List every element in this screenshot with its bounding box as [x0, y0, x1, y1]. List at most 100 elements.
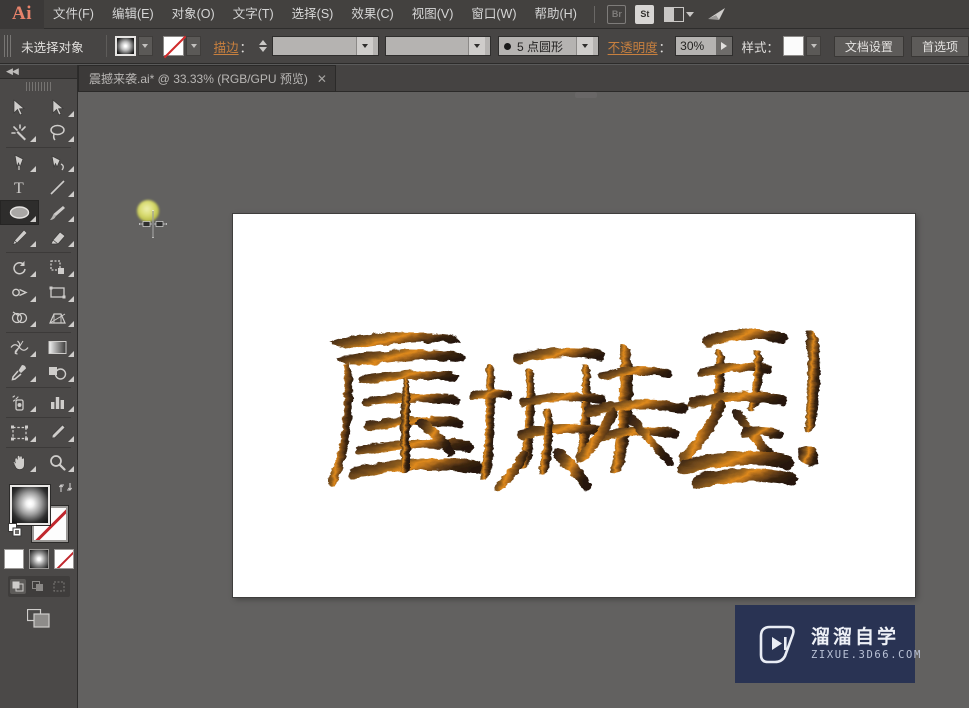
stock-icon[interactable]: St	[631, 0, 659, 29]
stroke-swatch[interactable]	[163, 36, 185, 56]
type-tool[interactable]: T	[0, 175, 39, 200]
play-button-logo-icon	[755, 622, 799, 666]
rotate-tool[interactable]	[0, 255, 39, 280]
document-setup-button[interactable]: 文档设置	[833, 35, 904, 57]
scale-tool[interactable]	[39, 255, 78, 280]
preferences-button[interactable]: 首选项	[910, 35, 969, 57]
menu-object[interactable]: 对象(O)	[163, 0, 224, 29]
fill-dropdown-button[interactable]	[137, 36, 153, 56]
tools-panel-grip[interactable]	[25, 82, 52, 91]
symbol-sprayer-tool[interactable]	[0, 390, 39, 415]
column-graph-tool[interactable]	[39, 390, 78, 415]
menu-edit[interactable]: 编辑(E)	[103, 0, 163, 29]
control-bar-grip[interactable]	[4, 35, 12, 57]
artwork-svg	[328, 328, 820, 490]
gradient-button[interactable]	[29, 549, 49, 569]
paintbrush-tool[interactable]	[39, 200, 78, 225]
bridge-icon[interactable]: Br	[603, 0, 631, 29]
graphic-style-control[interactable]	[783, 36, 822, 56]
menu-file[interactable]: 文件(F)	[44, 0, 103, 29]
color-button[interactable]	[4, 549, 24, 569]
selection-status: 未选择对象	[21, 40, 84, 55]
menu-select[interactable]: 选择(S)	[283, 0, 343, 29]
workspace-switcher-icon[interactable]	[699, 0, 735, 29]
stroke-color-control[interactable]	[163, 36, 202, 56]
arrange-documents-icon[interactable]	[659, 0, 699, 29]
fill-swatch[interactable]	[10, 485, 50, 525]
artboard[interactable]	[233, 214, 915, 597]
selection-tool[interactable]	[0, 95, 39, 120]
close-icon[interactable]: ✕	[317, 73, 327, 85]
mesh-tool[interactable]	[0, 335, 39, 360]
hand-tool[interactable]	[0, 450, 39, 475]
opacity-flyout-button[interactable]	[715, 37, 732, 55]
tools-panel: ◀◀ T	[0, 65, 78, 708]
blend-tool[interactable]	[39, 360, 78, 385]
opacity-label[interactable]: 不透明度	[608, 37, 658, 56]
opacity-input[interactable]: 30%	[675, 36, 733, 56]
document-tab[interactable]: 震撼来袭.ai* @ 33.33% (RGB/GPU 预览) ✕	[78, 65, 336, 91]
none-button[interactable]	[54, 549, 74, 569]
menu-effect[interactable]: 效果(C)	[342, 0, 402, 29]
brush-definition-value: 5 点圆形	[516, 39, 563, 54]
swap-fill-stroke-icon[interactable]	[58, 481, 73, 497]
line-segment-tool[interactable]	[39, 175, 78, 200]
brush-definition-select[interactable]: 5 点圆形	[497, 36, 599, 56]
draw-inside-mode-icon[interactable]	[51, 579, 67, 594]
crosshair-cursor	[139, 210, 167, 238]
menu-window[interactable]: 窗口(W)	[462, 0, 525, 29]
stroke-profile-select[interactable]	[384, 36, 491, 56]
gradient-tool[interactable]	[39, 335, 78, 360]
stroke-dropdown-button[interactable]	[186, 36, 202, 56]
magic-wand-tool[interactable]	[0, 120, 39, 145]
draw-behind-mode-icon[interactable]	[30, 579, 46, 594]
graphic-style-dropdown[interactable]	[806, 36, 822, 56]
zoom-tool[interactable]	[39, 450, 78, 475]
eraser-tool[interactable]	[39, 225, 78, 250]
watermark-text: 溜溜自学 ZIXUE.3D66.COM	[811, 628, 922, 661]
stroke-profile-dropdown[interactable]	[467, 37, 485, 55]
scroll-indicator[interactable]	[575, 92, 597, 98]
stroke-label[interactable]: 描边	[214, 37, 239, 56]
default-fill-stroke-icon[interactable]	[8, 523, 23, 541]
lasso-tool[interactable]	[39, 120, 78, 145]
eyedropper-tool[interactable]	[0, 360, 39, 385]
watermark: 溜溜自学 ZIXUE.3D66.COM	[735, 605, 920, 683]
slice-tool[interactable]	[39, 420, 78, 445]
watermark-brand: 溜溜自学	[811, 626, 900, 648]
stroke-weight-dropdown[interactable]	[356, 37, 374, 55]
pencil-tool[interactable]	[0, 225, 39, 250]
canvas-area[interactable]: 溜溜自学 ZIXUE.3D66.COM	[78, 92, 969, 708]
svg-text:T: T	[14, 180, 24, 196]
color-mode-buttons	[0, 549, 78, 569]
stroke-weight-stepper[interactable]	[257, 36, 269, 56]
curvature-tool[interactable]	[39, 150, 78, 175]
draw-normal-mode-icon[interactable]	[9, 579, 26, 594]
direct-selection-tool[interactable]	[39, 95, 78, 120]
width-tool[interactable]	[0, 280, 39, 305]
shape-builder-tool[interactable]	[0, 305, 39, 330]
ellipse-tool[interactable]	[0, 200, 39, 225]
stroke-label-colon: ：	[239, 40, 253, 55]
brush-definition-dropdown[interactable]	[575, 37, 593, 55]
pen-tool[interactable]	[0, 150, 39, 175]
menubar-divider	[593, 5, 595, 23]
menu-view[interactable]: 视图(V)	[403, 0, 463, 29]
free-transform-tool[interactable]	[39, 280, 78, 305]
graphic-style-swatch[interactable]	[783, 36, 805, 56]
tools-panel-collapse-button[interactable]: ◀◀	[0, 65, 77, 79]
menu-help[interactable]: 帮助(H)	[526, 0, 586, 29]
perspective-grid-tool[interactable]	[39, 305, 78, 330]
bridge-icon-glyph: Br	[607, 4, 627, 24]
menu-type[interactable]: 文字(T)	[224, 0, 283, 29]
stroke-weight-input[interactable]	[271, 36, 380, 56]
screen-mode-button[interactable]	[26, 608, 51, 632]
artboard-tool[interactable]	[0, 420, 39, 445]
document-tab-bar: 震撼来袭.ai* @ 33.33% (RGB/GPU 预览) ✕	[78, 65, 969, 92]
fill-color-control[interactable]	[114, 36, 153, 56]
artwork-calligraphy[interactable]	[233, 214, 915, 597]
control-bar: 未选择对象 描边 ： 5 点圆形 不透明度 ： 30% 样式： 文档设置 首选项	[0, 29, 969, 64]
fill-swatch[interactable]	[114, 36, 136, 56]
arrange-documents-glyph	[663, 6, 694, 22]
fill-stroke-controls	[0, 479, 78, 543]
